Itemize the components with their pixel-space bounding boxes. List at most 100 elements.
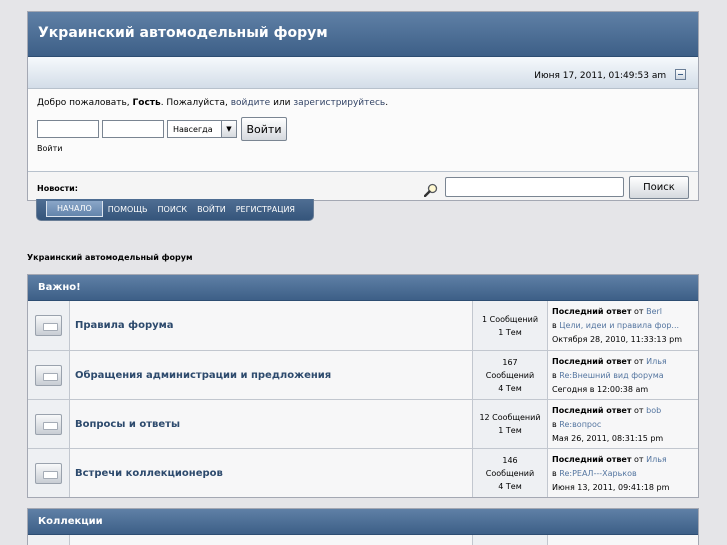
- collapse-icon[interactable]: [675, 69, 686, 80]
- last-post-by: от: [631, 406, 647, 415]
- posts-count: 1 Сообщений: [481, 314, 539, 324]
- board-name-cell: [70, 535, 472, 545]
- last-post-topic[interactable]: Re:Внешний вид форума: [559, 371, 663, 380]
- last-post-by: от: [631, 455, 647, 464]
- nav-register[interactable]: Регистрация: [231, 201, 300, 218]
- category-title[interactable]: Важно!: [28, 275, 698, 301]
- last-post-date: Мая 26, 2011, 08:31:15 pm: [552, 434, 664, 443]
- nav-home[interactable]: Начало: [46, 201, 103, 217]
- board-name-cell: Встречи коллекционеров: [70, 449, 472, 497]
- header-box: Украинский автомодельный форум Июня 17, …: [27, 11, 699, 201]
- posts-count: 167: [502, 357, 518, 367]
- last-post-topic[interactable]: Re:вопрос: [559, 420, 601, 429]
- category-title[interactable]: Коллекции: [28, 509, 698, 535]
- board-row: Правила форума 1 Сообщений 1 Тем Последн…: [28, 301, 698, 350]
- board-name-cell: Вопросы и ответы: [70, 400, 472, 448]
- dropdown-arrow-icon[interactable]: ▼: [221, 120, 237, 138]
- last-post-label: Последний ответ: [552, 307, 632, 316]
- topics-count: 4 Тем: [498, 383, 522, 393]
- last-post-label: Последний ответ: [552, 406, 632, 415]
- last-post-author[interactable]: Илья: [646, 357, 667, 366]
- search-button[interactable]: Поиск: [629, 176, 689, 199]
- greet-end: .: [385, 98, 389, 108]
- session-length-select[interactable]: Навсегда ▼: [167, 120, 237, 138]
- search-input[interactable]: [445, 177, 624, 197]
- login-link[interactable]: войдите: [231, 98, 271, 108]
- board-link[interactable]: Обращения администрации и предложения: [75, 370, 331, 381]
- topics-count: 1 Тем: [498, 327, 522, 337]
- last-post-label: Последний ответ: [552, 455, 632, 464]
- register-link[interactable]: зарегистрируйтесь: [293, 98, 385, 108]
- board-name-cell: Обращения администрации и предложения: [70, 351, 472, 399]
- posts-count: 146: [502, 455, 518, 465]
- guest-label: Гость: [132, 98, 161, 108]
- board-icon-cell: [28, 351, 70, 399]
- date-bar: Июня 17, 2011, 01:49:53 am: [28, 57, 698, 89]
- last-post-author[interactable]: Илья: [646, 455, 667, 464]
- last-post-label: Последний ответ: [552, 357, 632, 366]
- password-input[interactable]: [102, 120, 164, 138]
- board-icon: [35, 413, 62, 435]
- board-icon: [35, 315, 62, 336]
- nav-login[interactable]: Войти: [192, 201, 231, 218]
- board-icon-cell: [28, 449, 70, 497]
- greet-prefix: Добро пожаловать,: [37, 98, 133, 108]
- login-caption: Войти: [37, 144, 63, 153]
- board-row: Вопросы и ответы 12 Сообщений 1 Тем Посл…: [28, 399, 698, 448]
- posts-label: Сообщений: [485, 370, 535, 380]
- category-important: Важно! Правила форума 1 Сообщений 1 Тем …: [27, 274, 699, 498]
- board-icon-cell: [28, 400, 70, 448]
- posts-label: Сообщений: [485, 468, 535, 478]
- forum-title: Украинский автомодельный форум: [28, 12, 698, 57]
- news-bar: Новости: Поиск: [28, 172, 698, 202]
- board-icon-cell: [28, 535, 70, 545]
- board-stats: 167 Сообщений 4 Тем: [472, 351, 548, 399]
- greet-or: или: [270, 98, 294, 108]
- last-post: Последний ответ от Илья в Re:РЕАЛ---Харь…: [548, 449, 698, 497]
- nav-help[interactable]: Помощь: [103, 201, 153, 218]
- current-datetime: Июня 17, 2011, 01:49:53 am: [534, 71, 667, 81]
- login-button[interactable]: Войти: [241, 117, 287, 141]
- board-name-cell: Правила форума: [70, 301, 472, 350]
- search-icon: [424, 183, 438, 197]
- last-post-date: Июня 13, 2011, 09:41:18 pm: [552, 483, 670, 492]
- topics-count: 4 Тем: [498, 481, 522, 491]
- last-post-date: Октября 28, 2010, 11:33:13 pm: [552, 335, 683, 344]
- board-icon: [35, 462, 62, 484]
- last-post-topic[interactable]: Цели, идеи и правила фор...: [559, 321, 679, 330]
- board-row: Обращения администрации и предложения 16…: [28, 350, 698, 399]
- board-list: Правила форума 1 Сообщений 1 Тем Последн…: [28, 301, 698, 497]
- last-post: [548, 535, 698, 545]
- board-link[interactable]: Встречи коллекционеров: [75, 468, 223, 479]
- last-post-date: Сегодня в 12:00:38 am: [552, 385, 649, 394]
- last-post: Последний ответ от Илья в Re:Внешний вид…: [548, 351, 698, 399]
- board-stats: 146 Сообщений 4 Тем: [472, 449, 548, 497]
- posts-count: 12 Сообщений: [479, 413, 541, 422]
- last-post: Последний ответ от bob в Re:вопрос Мая 2…: [548, 400, 698, 448]
- board-stats: [472, 535, 548, 545]
- username-input[interactable]: [37, 120, 99, 138]
- board-icon: [35, 364, 62, 386]
- login-area: Добро пожаловать, Гость. Пожалуйста, вой…: [28, 89, 698, 172]
- topics-count: 1 Тем: [498, 426, 522, 435]
- board-stats: 1 Сообщений 1 Тем: [472, 301, 548, 350]
- last-post-author[interactable]: bob: [646, 406, 661, 415]
- welcome-text: Добро пожаловать, Гость. Пожалуйста, вой…: [37, 98, 698, 108]
- board-row-partial: [28, 535, 698, 545]
- board-link[interactable]: Правила форума: [75, 320, 174, 331]
- last-post-by: от: [631, 357, 647, 366]
- news-label: Новости:: [37, 184, 78, 193]
- greet-mid: . Пожалуйста,: [160, 98, 231, 108]
- board-link[interactable]: Вопросы и ответы: [75, 419, 180, 430]
- board-stats: 12 Сообщений 1 Тем: [472, 400, 548, 448]
- forum-heading: Украинский автомодельный форум: [27, 253, 193, 262]
- last-post-by: от: [631, 307, 647, 316]
- last-post: Последний ответ от Berl в Цели, идеи и п…: [548, 301, 698, 350]
- board-row: Встречи коллекционеров 146 Сообщений 4 Т…: [28, 448, 698, 497]
- board-icon-cell: [28, 301, 70, 350]
- session-length-value: Навсегда: [173, 125, 213, 134]
- last-post-topic[interactable]: Re:РЕАЛ---Харьков: [559, 469, 636, 478]
- last-post-author[interactable]: Berl: [646, 307, 662, 316]
- nav-search[interactable]: Поиск: [153, 201, 193, 218]
- main-nav: Начало Помощь Поиск Войти Регистрация: [36, 199, 314, 221]
